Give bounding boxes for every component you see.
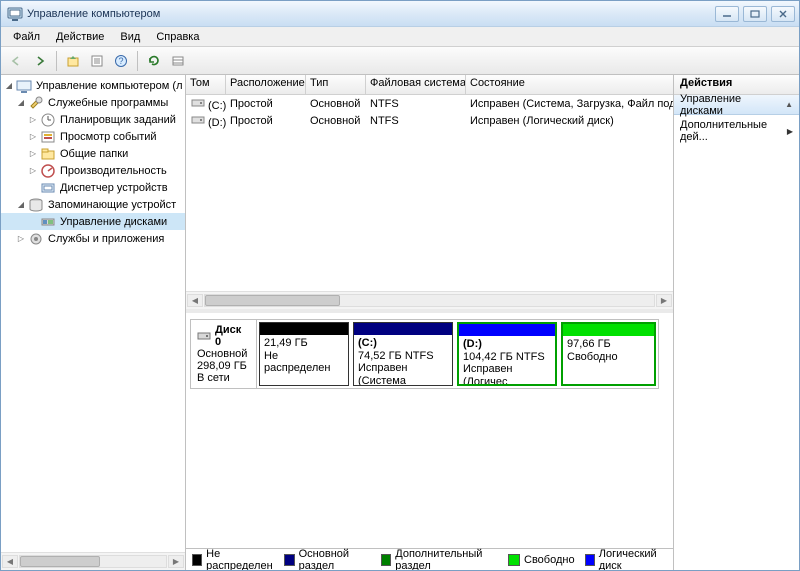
partition[interactable]: 97,66 ГБСвободно — [561, 322, 656, 386]
col-volume[interactable]: Том — [186, 75, 226, 94]
scroll-right-arrow[interactable]: ▶ — [656, 294, 672, 307]
refresh-button[interactable] — [143, 50, 165, 72]
event-icon — [40, 129, 56, 145]
services-icon — [28, 231, 44, 247]
titlebar: Управление компьютером — [1, 1, 799, 27]
menubar: Файл Действие Вид Справка — [1, 27, 799, 47]
disk-name: Диск 0 — [215, 324, 250, 348]
nav-tree[interactable]: ◢ Управление компьютером (л ◢ Служебные … — [1, 75, 185, 552]
legend-primary: Основной раздел — [284, 548, 371, 571]
tree-performance[interactable]: ▷ Производительность — [1, 162, 185, 179]
folder-shared-icon — [40, 146, 56, 162]
col-fs[interactable]: Файловая система — [366, 75, 466, 94]
help-button[interactable]: ? — [110, 50, 132, 72]
device-icon — [40, 180, 56, 196]
volume-list-body: (C:)ПростойОсновнойNTFSИсправен (Система… — [186, 95, 673, 129]
disk-0-row[interactable]: Диск 0 Основной 298,09 ГБ В сети 21,49 Г… — [190, 319, 659, 389]
actions-group[interactable]: Управление дисками ▲ — [674, 95, 799, 115]
clock-icon — [40, 112, 56, 128]
tree-disk-management[interactable]: Управление дисками — [1, 213, 185, 230]
partition[interactable]: 21,49 ГБНе распределен — [259, 322, 349, 386]
action-more[interactable]: Дополнительные дей... ▶ — [674, 115, 799, 147]
nav-back-button[interactable] — [5, 50, 27, 72]
toolbar: ? — [1, 47, 799, 75]
drive-icon — [190, 113, 206, 127]
expander-open-icon[interactable]: ◢ — [15, 199, 27, 211]
performance-icon — [40, 163, 56, 179]
disk-type: Основной — [197, 348, 250, 360]
expander-closed-icon[interactable]: ▷ — [15, 233, 27, 245]
up-button[interactable] — [62, 50, 84, 72]
scroll-right-arrow[interactable]: ▶ — [168, 555, 184, 568]
tools-icon — [28, 95, 44, 111]
volume-h-scrollbar[interactable]: ◀ ▶ — [186, 291, 673, 309]
window-title: Управление компьютером — [27, 8, 160, 20]
main-content: ◢ Управление компьютером (л ◢ Служебные … — [1, 75, 799, 570]
tree-root[interactable]: ◢ Управление компьютером (л — [1, 77, 185, 94]
menu-view[interactable]: Вид — [112, 29, 148, 45]
expander-open-icon[interactable]: ◢ — [3, 80, 15, 92]
computer-management-icon — [16, 78, 32, 94]
legend-logical: Логический диск — [585, 548, 667, 571]
menu-help[interactable]: Справка — [148, 29, 207, 45]
expander-closed-icon[interactable]: ▷ — [27, 131, 39, 143]
svg-text:?: ? — [118, 56, 123, 66]
scroll-left-arrow[interactable]: ◀ — [2, 555, 18, 568]
partitions-container: 21,49 ГБНе распределен(C:)74,52 ГБ NTFSИ… — [257, 320, 658, 388]
tree-system-tools[interactable]: ◢ Служебные программы — [1, 94, 185, 111]
expander-open-icon[interactable]: ◢ — [15, 97, 27, 109]
tree-h-scrollbar[interactable]: ◀ ▶ — [1, 552, 185, 570]
col-status[interactable]: Состояние — [466, 75, 673, 94]
center-panel: Том Расположение Тип Файловая система Со… — [186, 75, 674, 570]
properties-button[interactable] — [86, 50, 108, 72]
expander-closed-icon[interactable]: ▷ — [27, 165, 39, 177]
expander-closed-icon[interactable]: ▷ — [27, 148, 39, 160]
tree-services-apps[interactable]: ▷ Службы и приложения — [1, 230, 185, 247]
scroll-left-arrow[interactable]: ◀ — [187, 294, 203, 307]
volume-row[interactable]: (C:)ПростойОсновнойNTFSИсправен (Система… — [186, 95, 673, 112]
disk-icon — [197, 329, 211, 343]
disk-0-info[interactable]: Диск 0 Основной 298,09 ГБ В сети — [191, 320, 257, 388]
volume-row[interactable]: (D:)ПростойОсновнойNTFSИсправен (Логичес… — [186, 112, 673, 129]
legend: Не распределен Основной раздел Дополните… — [186, 548, 673, 570]
tree-task-scheduler[interactable]: ▷ Планировщик заданий — [1, 111, 185, 128]
app-icon — [7, 6, 23, 22]
minimize-button[interactable] — [715, 6, 739, 22]
tree-shared-folders[interactable]: ▷ Общие папки — [1, 145, 185, 162]
collapse-arrow-icon[interactable]: ▲ — [785, 100, 793, 109]
tree-storage[interactable]: ◢ Запоминающие устройст — [1, 196, 185, 213]
partition[interactable]: (D:)104,42 ГБ NTFSИсправен (Логичес — [457, 322, 557, 386]
list-button[interactable] — [167, 50, 189, 72]
legend-free: Свободно — [508, 554, 575, 566]
chevron-right-icon: ▶ — [787, 127, 793, 136]
partition[interactable]: (C:)74,52 ГБ NTFSИсправен (Система — [353, 322, 453, 386]
drive-icon — [190, 96, 206, 110]
tree-event-viewer[interactable]: ▷ Просмотр событий — [1, 128, 185, 145]
app-window: Управление компьютером Файл Действие Вид… — [0, 0, 800, 571]
volume-list-header: Том Расположение Тип Файловая система Со… — [186, 75, 673, 95]
disk-size: 298,09 ГБ — [197, 360, 250, 372]
tree-panel: ◢ Управление компьютером (л ◢ Служебные … — [1, 75, 186, 570]
storage-icon — [28, 197, 44, 213]
menu-file[interactable]: Файл — [5, 29, 48, 45]
actions-panel: Действия Управление дисками ▲ Дополнител… — [674, 75, 799, 570]
disk-management-icon — [40, 214, 56, 230]
col-type[interactable]: Тип — [306, 75, 366, 94]
expander-closed-icon[interactable]: ▷ — [27, 114, 39, 126]
legend-extended: Дополнительный раздел — [381, 548, 498, 571]
disk-status: В сети — [197, 372, 250, 384]
tree-device-manager[interactable]: Диспетчер устройств — [1, 179, 185, 196]
window-controls — [715, 6, 795, 22]
volume-list: Том Расположение Тип Файловая система Со… — [186, 75, 673, 313]
disk-graphical-view: Диск 0 Основной 298,09 ГБ В сети 21,49 Г… — [186, 313, 673, 548]
legend-unallocated: Не распределен — [192, 548, 274, 571]
close-button[interactable] — [771, 6, 795, 22]
col-layout[interactable]: Расположение — [226, 75, 306, 94]
maximize-button[interactable] — [743, 6, 767, 22]
menu-action[interactable]: Действие — [48, 29, 112, 45]
nav-forward-button[interactable] — [29, 50, 51, 72]
